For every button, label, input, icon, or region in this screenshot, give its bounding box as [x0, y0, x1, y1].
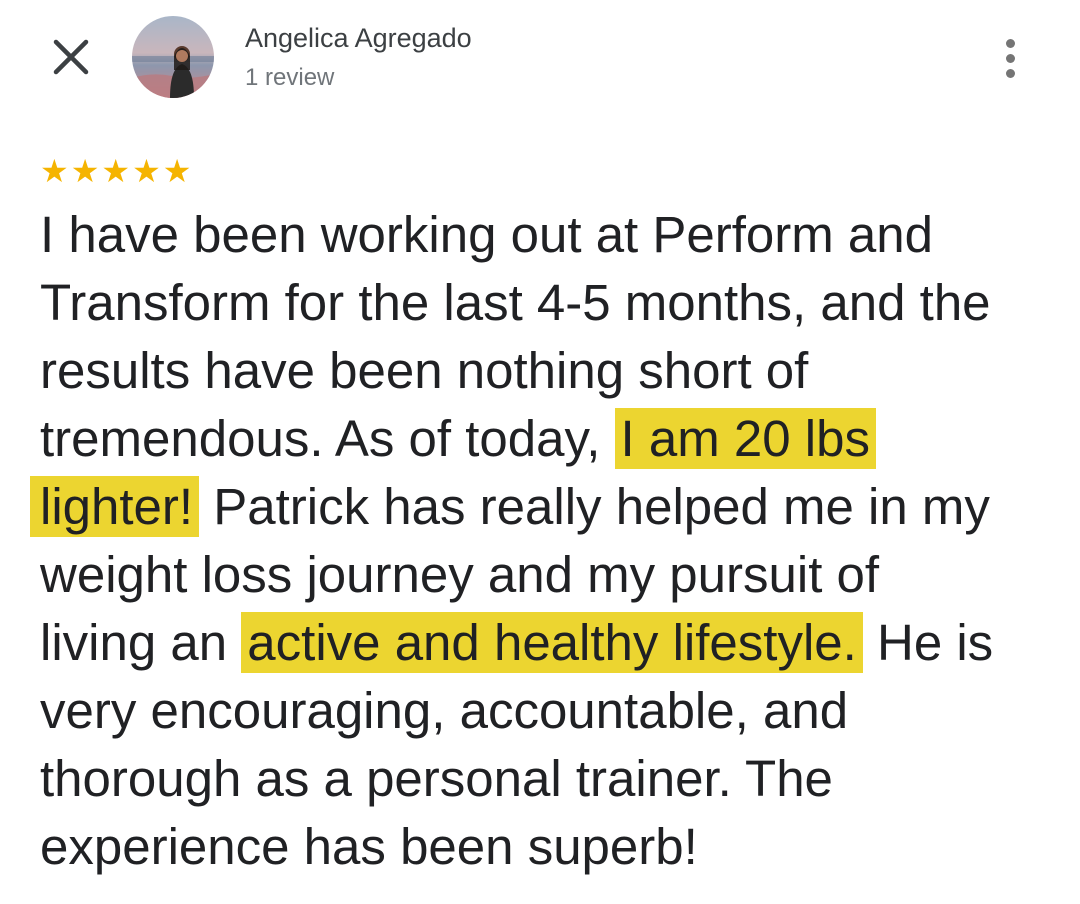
text-segment: Transform for the last 4-5 months, and t… [40, 274, 991, 331]
avatar[interactable] [132, 16, 214, 98]
close-icon [53, 39, 89, 75]
star-rating: ★ ★ ★ ★ ★ [40, 153, 192, 189]
text-segment: results have been nothing short of [40, 342, 809, 399]
more-options-button[interactable] [992, 34, 1028, 82]
star-icon: ★ [40, 153, 69, 189]
review-text-line: tremendous. As of today, I am 20 lbs [40, 405, 1040, 473]
star-icon: ★ [162, 153, 192, 189]
review-text-line: lighter! Patrick has really helped me in… [30, 473, 1040, 541]
review-text-line: experience has been superb! [40, 813, 1040, 881]
review-text-line: weight loss journey and my pursuit of [40, 541, 1040, 609]
star-icon: ★ [101, 153, 131, 189]
review-text-line: thorough as a personal trainer. The [40, 745, 1040, 813]
text-segment: He is [862, 614, 994, 671]
review-text-line: I have been working out at Perform and [40, 201, 1040, 269]
text-segment: weight loss journey and my pursuit of [40, 546, 880, 603]
reviewer-name[interactable]: Angelica Agregado [245, 23, 472, 54]
close-button[interactable] [44, 30, 98, 84]
review-text-line: Transform for the last 4-5 months, and t… [40, 269, 1040, 337]
review-count: 1 review [245, 64, 335, 91]
highlighted-text: lighter! [30, 476, 200, 537]
more-vert-icon [1005, 36, 1015, 81]
review-text-line: living an active and healthy lifestyle. … [40, 609, 1040, 677]
avatar-photo [132, 16, 214, 98]
star-icon: ★ [70, 153, 100, 189]
review-text-line: very encouraging, accountable, and [40, 677, 1040, 745]
text-segment: very encouraging, accountable, and [40, 682, 849, 739]
text-segment: tremendous. As of today, [40, 410, 615, 467]
text-segment: Patrick has really helped me in my [199, 478, 990, 535]
text-segment: experience has been superb! [40, 818, 698, 875]
highlighted-text: I am 20 lbs [614, 408, 876, 469]
review-text-line: results have been nothing short of [40, 337, 1040, 405]
text-segment: I have been working out at Perform and [40, 206, 934, 263]
highlighted-text: active and healthy lifestyle. [241, 612, 863, 673]
star-icon: ★ [132, 153, 161, 189]
text-segment: thorough as a personal trainer. The [40, 750, 833, 807]
text-segment: living an [40, 614, 242, 671]
review-text: I have been working out at Perform and T… [30, 201, 1040, 881]
